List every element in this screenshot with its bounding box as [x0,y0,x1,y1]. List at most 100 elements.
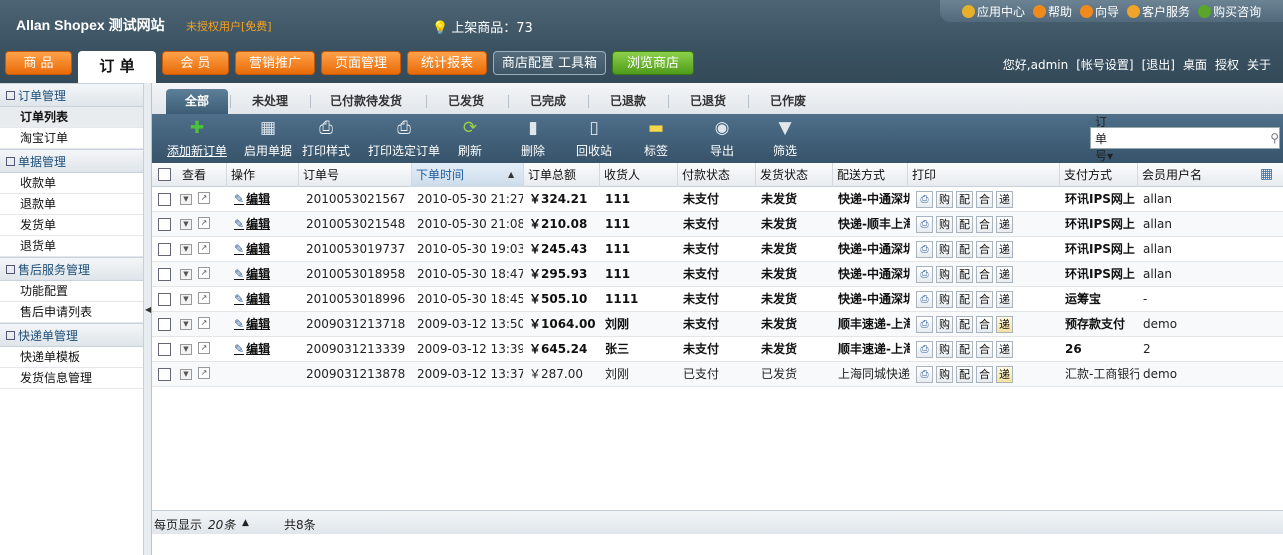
edit-link[interactable]: ✎ 编辑 [234,312,270,337]
table-row[interactable]: ▼ ↗ ✎编辑 20090312137181 2009-03-12 13:50:2 ￥10… [152,312,1283,337]
menu-browse-store[interactable]: 浏览商店 [612,51,694,75]
edit-link[interactable]: ✎ 编辑 [234,212,270,237]
tab-2[interactable]: 已付款待发货 [320,89,412,114]
collapse-box-icon[interactable] [6,330,15,340]
toplink-2[interactable]: 向导 [1080,3,1119,20]
open-detail-icon[interactable]: ↗ [198,367,210,379]
tab-3[interactable]: 已发货 [436,89,496,114]
sidebar-item[interactable]: 发货信息管理 [0,368,143,389]
sidebar-item[interactable]: 功能配置 [0,281,143,302]
column-payment[interactable]: 支付方式 [1059,163,1137,187]
sidebar-item[interactable]: 订单列表 [0,107,143,128]
table-row[interactable]: ▼ ↗ ✎编辑 20100530197376 2010-05-30 19:03:0 ￥24… [152,237,1283,262]
tab-1[interactable]: 未处理 [240,89,300,114]
row-dropdown-icon[interactable]: ▼ [180,319,192,330]
toplink-0[interactable]: 应用中心 [962,3,1025,20]
menu-members[interactable]: 会 员 [162,51,229,75]
column-print[interactable]: 打印 [907,163,1059,187]
sidebar-item[interactable]: 退款单 [0,194,143,215]
toolbar-recycle-bin-button[interactable]: ▯ 回收站 [572,118,616,159]
toplink-1[interactable]: 帮助 [1033,3,1072,20]
row-dropdown-icon[interactable]: ▼ [180,219,192,230]
print-1-button[interactable]: 配 [956,191,973,208]
table-row[interactable]: ▼ ↗ ✎编辑 20100530215487 2010-05-30 21:08:4 ￥21… [152,212,1283,237]
tab-6[interactable]: 已退货 [678,89,738,114]
search-input[interactable] [1115,129,1271,147]
column-settings-icon[interactable]: ▦ [1260,166,1273,182]
printer-icon[interactable]: ⎙ [916,341,933,358]
row-checkbox[interactable] [158,193,171,206]
table-row[interactable]: ▼ ↗ ✎编辑 20100530215677 2010-05-30 21:27:0 ￥32… [152,187,1283,212]
print-0-button[interactable]: 购 [936,241,953,258]
per-page-select[interactable]: 20条 [208,516,235,533]
open-detail-icon[interactable]: ↗ [198,192,210,204]
menu-reports[interactable]: 统计报表 [407,51,487,75]
open-detail-icon[interactable]: ↗ [198,292,210,304]
print-3-button[interactable]: 递 [996,241,1013,258]
row-checkbox[interactable] [158,293,171,306]
print-3-button[interactable]: 递 [996,366,1013,383]
table-row[interactable]: ▼ ↗ ✎编辑 20090312133395 2009-03-12 13:39:0 ￥64… [152,337,1283,362]
print-2-button[interactable]: 合 [976,241,993,258]
print-1-button[interactable]: 配 [956,366,973,383]
sidebar-item[interactable]: 淘宝订单 [0,128,143,149]
sidebar-group[interactable]: 售后服务管理 [0,257,143,281]
print-2-button[interactable]: 合 [976,341,993,358]
edit-link[interactable]: ✎ 编辑 [234,262,270,287]
row-dropdown-icon[interactable]: ▼ [180,294,192,305]
sidebar-group[interactable]: 快递单管理 [0,323,143,347]
column-member[interactable]: 会员用户名 [1137,163,1253,187]
row-checkbox[interactable] [158,243,171,256]
site-brand[interactable]: Allan Shopex 测试网站 [16,15,165,35]
print-3-button[interactable]: 递 [996,291,1013,308]
menu-orders[interactable]: 订 单 [78,51,156,83]
print-2-button[interactable]: 合 [976,191,993,208]
column-ship-status[interactable]: 发货状态 [755,163,833,187]
print-2-button[interactable]: 合 [976,291,993,308]
row-checkbox[interactable] [158,218,171,231]
toolbar-delete-button[interactable]: ▮ 删除 [514,118,552,159]
collapse-box-icon[interactable] [6,156,15,166]
user-link-5[interactable]: 关于 [1247,56,1271,73]
column-action[interactable]: 操作 [226,163,296,187]
printer-icon[interactable]: ⎙ [916,316,933,333]
print-1-button[interactable]: 配 [956,266,973,283]
print-3-button[interactable]: 递 [996,216,1013,233]
row-dropdown-icon[interactable]: ▼ [180,269,192,280]
menu-marketing[interactable]: 营销推广 [235,51,315,75]
column-time[interactable]: 下单时间 [411,163,523,187]
toolbar-enable-receipt-button[interactable]: ▦ 启用单据 [238,118,298,159]
menu-store-config[interactable]: 商店配置 工具箱 [493,51,606,75]
print-0-button[interactable]: 购 [936,291,953,308]
row-checkbox[interactable] [158,318,171,331]
toolbar-refresh-button[interactable]: ⟳ 刷新 [450,118,490,159]
menu-goods[interactable]: 商 品 [5,51,72,75]
printer-icon[interactable]: ⎙ [916,241,933,258]
print-3-button[interactable]: 递 [996,191,1013,208]
toolbar-filter-button[interactable]: ▼ 筛选 [768,118,802,159]
print-2-button[interactable]: 合 [976,266,993,283]
column-pay-status[interactable]: 付款状态 [677,163,755,187]
row-dropdown-icon[interactable]: ▼ [180,244,192,255]
tab-4[interactable]: 已完成 [518,89,578,114]
open-detail-icon[interactable]: ↗ [198,242,210,254]
sidebar-item[interactable]: 售后申请列表 [0,302,143,323]
edit-link[interactable]: ✎ 编辑 [234,237,270,262]
print-2-button[interactable]: 合 [976,366,993,383]
toolbar-add-order-button[interactable]: ✚ 添加新订单 [166,118,228,159]
print-0-button[interactable]: 购 [936,191,953,208]
print-1-button[interactable]: 配 [956,316,973,333]
row-checkbox[interactable] [158,343,171,356]
search-field-select[interactable]: 订单号▾ [1091,113,1115,164]
row-checkbox[interactable] [158,268,171,281]
column-shipping[interactable]: 配送方式 [832,163,910,187]
row-dropdown-icon[interactable]: ▼ [180,369,192,380]
column-receiver[interactable]: 收货人 [599,163,677,187]
toolbar-tag-button[interactable]: ▬ 标签 [636,118,676,159]
print-3-button[interactable]: 递 [996,316,1013,333]
select-all-checkbox[interactable] [158,168,171,181]
printer-icon[interactable]: ⎙ [916,191,933,208]
print-3-button[interactable]: 递 [996,266,1013,283]
user-link-1[interactable]: [帐号设置] [1076,56,1133,73]
menu-pages[interactable]: 页面管理 [321,51,401,75]
